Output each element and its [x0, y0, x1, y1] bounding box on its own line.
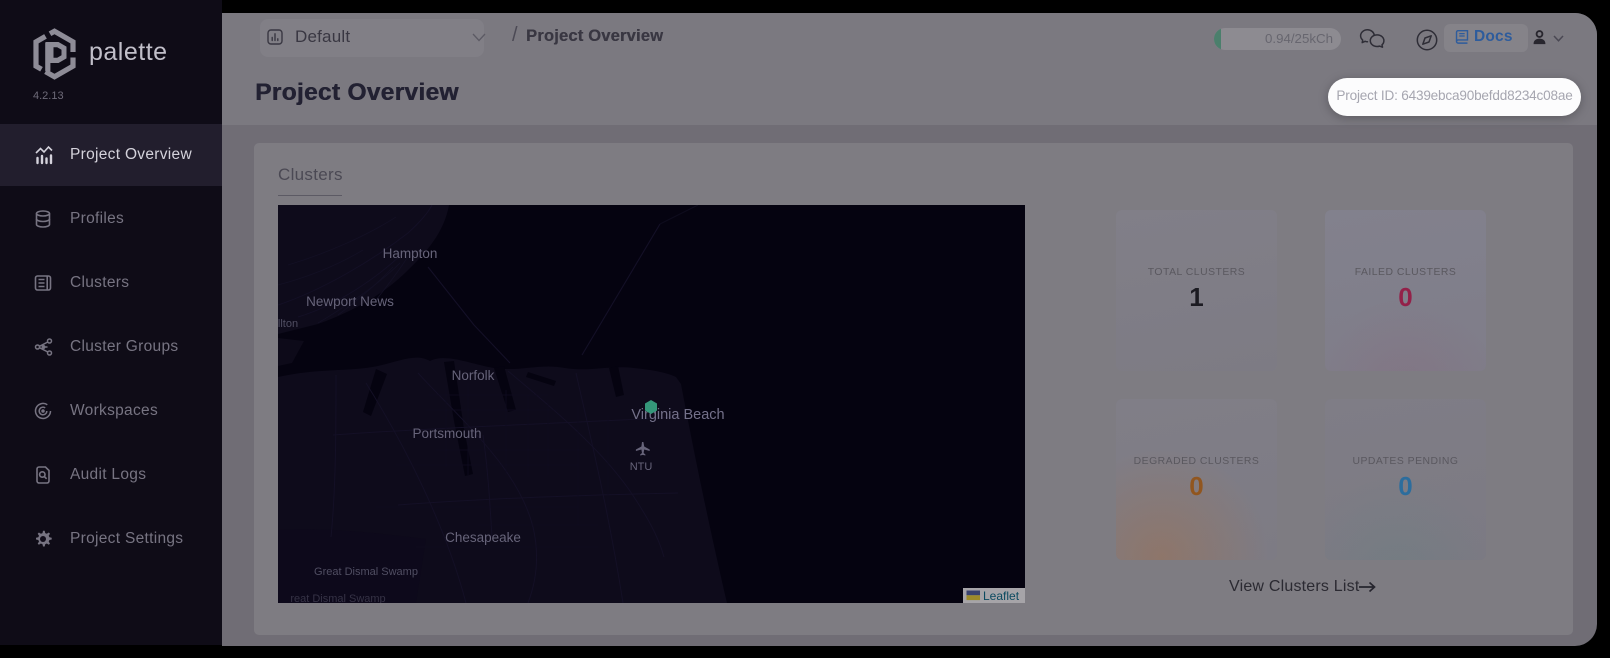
svg-text:llton: llton — [278, 318, 298, 330]
svg-text:Hampton: Hampton — [383, 246, 438, 261]
svg-text:Chesapeake: Chesapeake — [445, 530, 521, 545]
svg-text:NTU: NTU — [630, 461, 653, 473]
svg-text:Portsmouth: Portsmouth — [412, 426, 481, 441]
svg-text:Newport News: Newport News — [306, 294, 394, 309]
svg-text:Norfolk: Norfolk — [452, 368, 495, 383]
svg-text:reat Dismal Swamp: reat Dismal Swamp — [290, 593, 385, 603]
svg-text:Great Dismal Swamp: Great Dismal Swamp — [314, 566, 418, 578]
svg-text:Leaflet: Leaflet — [983, 589, 1020, 603]
